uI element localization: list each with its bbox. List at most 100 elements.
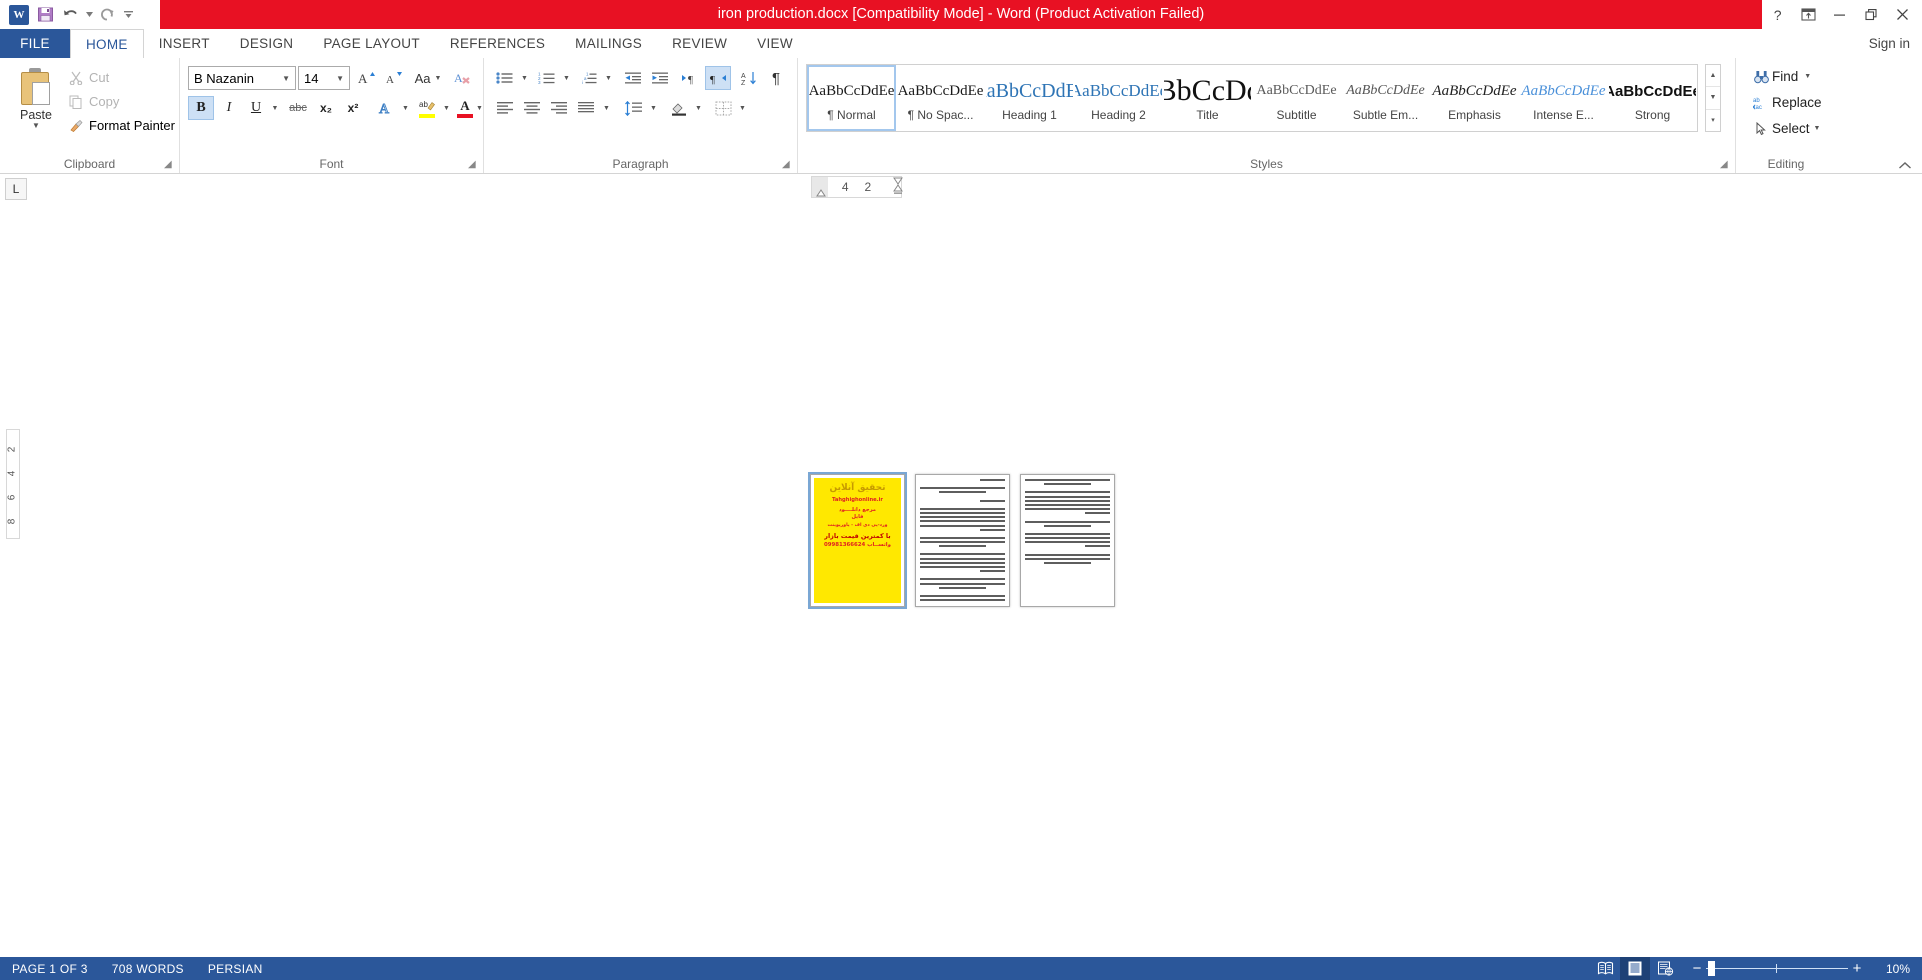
shading-dropdown-icon[interactable]: ▼ (692, 96, 705, 120)
zoom-slider-track[interactable] (1706, 957, 1848, 980)
clipboard-dialog-launcher[interactable]: ◢ (164, 159, 175, 170)
style-subtle-emphasis[interactable]: AaBbCcDdEe Subtle Em... (1341, 65, 1430, 131)
zoom-in-button[interactable]: + (1848, 960, 1866, 977)
change-case-button[interactable]: Aa ▼ (411, 66, 445, 90)
style-heading-1[interactable]: AaBbCcDdEe Heading 1 (985, 65, 1074, 131)
zoom-slider[interactable]: − + (1688, 957, 1866, 980)
borders-button[interactable] (710, 96, 736, 120)
help-button[interactable]: ? (1762, 0, 1793, 29)
tab-review[interactable]: REVIEW (657, 29, 742, 58)
shrink-font-button[interactable]: A (381, 66, 407, 90)
font-name-input[interactable]: B Nazanin ▼ (188, 66, 296, 90)
bullets-button[interactable] (492, 66, 518, 90)
vertical-ruler[interactable]: 2 4 6 8 (6, 429, 20, 539)
align-left-button[interactable] (492, 96, 518, 120)
tab-references[interactable]: REFERENCES (435, 29, 560, 58)
font-size-input[interactable]: 14 ▼ (298, 66, 350, 90)
close-button[interactable] (1887, 0, 1918, 29)
style-title[interactable]: AaBbCcDdEe Title (1163, 65, 1252, 131)
underline-dropdown-icon[interactable]: ▼ (268, 96, 282, 120)
bullets-dropdown-icon[interactable]: ▼ (518, 66, 531, 90)
rtl-text-direction-button[interactable]: ¶ (705, 66, 731, 90)
replace-button[interactable]: ab ac Replace (1746, 90, 1826, 115)
left-indent-marker[interactable] (814, 184, 828, 198)
sort-button[interactable]: A Z (736, 66, 762, 90)
undo-dropdown-icon[interactable] (84, 2, 94, 28)
line-spacing-dropdown-icon[interactable]: ▼ (647, 96, 660, 120)
numbering-dropdown-icon[interactable]: ▼ (560, 66, 573, 90)
font-color-button[interactable]: A (454, 96, 476, 120)
tab-page-layout[interactable]: PAGE LAYOUT (308, 29, 435, 58)
style-heading-2[interactable]: AaBbCcDdEe Heading 2 (1074, 65, 1163, 131)
ltr-text-direction-button[interactable]: ¶ (678, 66, 704, 90)
styles-more-icon[interactable]: ▾ (1706, 110, 1720, 131)
subscript-button[interactable]: x₂ (313, 96, 339, 120)
style-subtitle[interactable]: AaBbCcDdEe Subtitle (1252, 65, 1341, 131)
web-layout-button[interactable] (1650, 957, 1680, 980)
right-indent-marker[interactable] (891, 176, 905, 198)
font-dialog-launcher[interactable]: ◢ (468, 159, 479, 170)
find-dropdown-icon[interactable]: ▼ (1804, 73, 1811, 80)
font-size-dropdown-icon[interactable]: ▼ (336, 74, 344, 83)
clear-formatting-button[interactable]: A (450, 66, 476, 90)
tab-stop-selector[interactable]: L (5, 178, 27, 200)
tab-home[interactable]: HOME (70, 29, 144, 58)
grow-font-button[interactable]: A (354, 66, 380, 90)
minimize-button[interactable] (1824, 0, 1855, 29)
zoom-out-button[interactable]: − (1688, 960, 1706, 977)
style-normal[interactable]: AaBbCcDdEe ¶ Normal (807, 65, 896, 131)
tab-insert[interactable]: INSERT (144, 29, 225, 58)
zoom-slider-thumb[interactable] (1708, 961, 1715, 976)
word-count[interactable]: 708 WORDS (100, 957, 196, 980)
language-indicator[interactable]: PERSIAN (196, 957, 275, 980)
styles-scroll-down-icon[interactable]: ▼ (1706, 87, 1720, 110)
tab-design[interactable]: DESIGN (225, 29, 309, 58)
borders-dropdown-icon[interactable]: ▼ (736, 96, 749, 120)
increase-indent-button[interactable] (647, 66, 673, 90)
italic-button[interactable]: I (216, 96, 242, 120)
bold-button[interactable]: B (188, 96, 214, 120)
paste-button[interactable]: Paste ▼ (8, 64, 64, 148)
customize-qat-icon[interactable] (120, 2, 136, 28)
text-highlight-color-button[interactable]: ab (414, 96, 440, 120)
find-button[interactable]: Find ▼ (1746, 64, 1815, 89)
format-painter-button[interactable]: Format Painter (62, 114, 179, 137)
style-intense-emphasis[interactable]: AaBbCcDdEe Intense E... (1519, 65, 1608, 131)
read-mode-button[interactable] (1590, 957, 1620, 980)
numbering-button[interactable]: 1 2 3 (534, 66, 560, 90)
document-page-3[interactable] (1020, 474, 1115, 607)
font-color-dropdown-icon[interactable]: ▼ (475, 96, 484, 120)
underline-button[interactable]: U (244, 96, 268, 120)
page-indicator[interactable]: PAGE 1 OF 3 (0, 957, 100, 980)
paragraph-dialog-launcher[interactable]: ◢ (782, 159, 793, 170)
highlight-color-dropdown-icon[interactable]: ▼ (440, 96, 453, 120)
align-right-button[interactable] (546, 96, 572, 120)
style-emphasis[interactable]: AaBbCcDdEe Emphasis (1430, 65, 1519, 131)
document-page-2[interactable] (915, 474, 1010, 607)
multilevel-list-dropdown-icon[interactable]: ▼ (602, 66, 615, 90)
cut-button[interactable]: Cut (62, 66, 113, 89)
line-spacing-button[interactable] (620, 96, 646, 120)
font-name-dropdown-icon[interactable]: ▼ (282, 74, 290, 83)
select-dropdown-icon[interactable]: ▼ (1814, 125, 1821, 132)
justify-button[interactable] (573, 96, 599, 120)
redo-icon[interactable] (94, 2, 120, 28)
text-effects-dropdown-icon[interactable]: ▼ (399, 96, 412, 120)
save-icon[interactable] (32, 2, 58, 28)
paste-dropdown-icon[interactable]: ▼ (32, 122, 40, 130)
undo-icon[interactable] (58, 2, 84, 28)
justify-dropdown-icon[interactable]: ▼ (600, 96, 613, 120)
decrease-indent-button[interactable] (620, 66, 646, 90)
tab-file[interactable]: FILE (0, 29, 70, 58)
text-effects-button[interactable]: A (373, 96, 399, 120)
zoom-level-label[interactable]: 10% (1874, 962, 1922, 976)
copy-button[interactable]: Copy (62, 90, 123, 113)
styles-scroll-up-icon[interactable]: ▲ (1706, 65, 1720, 88)
select-button[interactable]: Select ▼ (1746, 116, 1824, 141)
tab-view[interactable]: VIEW (742, 29, 808, 58)
superscript-button[interactable]: x² (340, 96, 366, 120)
show-formatting-marks-button[interactable]: ¶ (764, 66, 788, 90)
style-strong[interactable]: AaBbCcDdEe Strong (1608, 65, 1697, 131)
align-center-button[interactable] (519, 96, 545, 120)
restore-button[interactable] (1856, 0, 1887, 29)
